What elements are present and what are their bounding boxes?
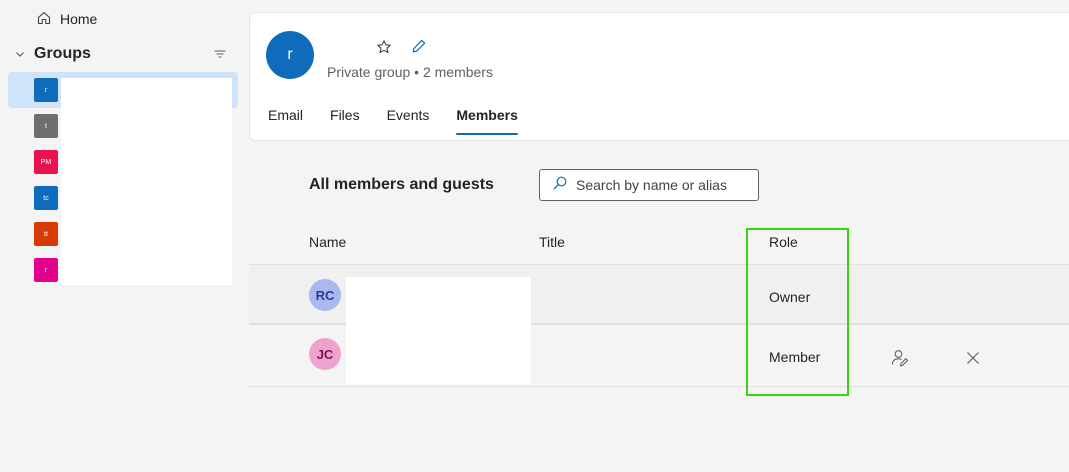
member-role[interactable]: Member [769,349,820,365]
group-avatar: r [34,78,58,102]
tab-members[interactable]: Members [456,105,519,135]
column-header-title[interactable]: Title [539,234,565,250]
group-avatar: tt [34,222,58,246]
group-avatar: t [34,114,58,138]
search-box[interactable] [539,169,759,201]
redacted-member-name [346,277,531,327]
column-header-role[interactable]: Role [769,234,798,250]
group-avatar[interactable]: r [266,31,314,79]
group-avatar: PM [34,150,58,174]
group-header-card: r Private group • 2 members Email Files … [249,12,1069,141]
section-title: All members and guests [309,176,494,193]
star-icon[interactable] [376,39,392,55]
column-header-name[interactable]: Name [309,234,346,250]
tab-email[interactable]: Email [268,105,303,135]
change-role-icon[interactable] [890,348,910,368]
search-input[interactable] [576,177,756,193]
group-meta: Private group • 2 members [327,64,493,80]
redacted-member-name [346,326,531,384]
search-icon [552,175,576,196]
groups-header[interactable]: Groups [14,43,228,65]
groups-title: Groups [34,45,91,62]
table-row[interactable]: JC Member [249,326,1069,387]
table-row[interactable]: RC Owner [249,264,1069,327]
remove-member-icon[interactable] [963,348,983,368]
tab-files[interactable]: Files [330,105,360,135]
member-role[interactable]: Owner [769,289,810,305]
tab-events[interactable]: Events [387,105,430,135]
nav-home-label: Home [60,11,98,27]
nav-home[interactable]: Home [36,10,97,28]
edit-pencil-icon[interactable] [411,38,427,54]
redacted-group-names [61,78,232,285]
member-avatar: RC [309,279,341,311]
group-tabs: Email Files Events Members [268,105,545,135]
left-sidebar: Home Groups r t PM tc tt r [0,0,246,472]
group-avatar: tc [34,186,58,210]
chevron-down-icon[interactable] [14,48,26,60]
home-icon [36,10,52,29]
group-avatar: r [34,258,58,282]
redacted-group-name [320,31,370,53]
member-avatar: JC [309,338,341,370]
filter-icon[interactable] [212,46,228,62]
